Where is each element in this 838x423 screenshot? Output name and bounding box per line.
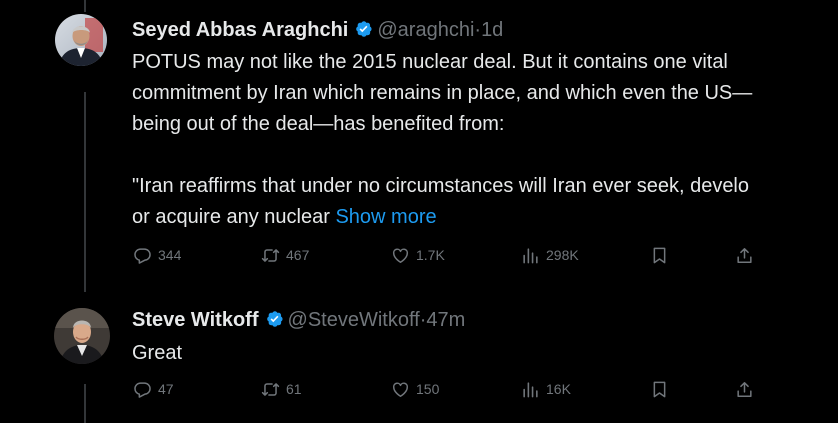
share-icon [737, 382, 752, 397]
like-button[interactable]: 150 [391, 380, 439, 399]
tweet-header: Seyed Abbas Araghchi @araghchi·1d [132, 18, 503, 42]
share-icon [737, 248, 752, 263]
tweet-text-line [132, 140, 832, 171]
views-count: 298K [546, 247, 579, 263]
avatar[interactable] [55, 14, 107, 66]
like-count: 150 [416, 381, 440, 397]
tweet-text-line: being out of the deal—has benefited from… [132, 113, 505, 135]
repost-count: 61 [286, 381, 302, 397]
like-button[interactable]: 1.7K [391, 246, 445, 265]
reply-button[interactable]: 344 [133, 246, 181, 265]
repost-button[interactable]: 467 [261, 246, 309, 265]
repost-count: 467 [286, 247, 310, 263]
like-count: 1.7K [416, 247, 445, 263]
tweet-text-line: "Iran reaffirms that under no circumstan… [132, 175, 750, 197]
tweet-text-fragment: or acquire any nuclear [132, 206, 330, 228]
action-bar: 47 61 150 16K [0, 380, 838, 404]
tweet-araghchi[interactable]: Seyed Abbas Araghchi @araghchi·1d POTUS … [0, 0, 838, 290]
bookmark-icon [653, 381, 666, 398]
reply-count: 47 [158, 381, 174, 397]
reply-button[interactable]: 47 [133, 380, 174, 399]
verified-badge-icon [356, 21, 372, 37]
heart-icon [393, 248, 408, 263]
reply-icon [134, 382, 151, 398]
author-name[interactable]: Seyed Abbas Araghchi [132, 19, 348, 41]
views-count: 16K [546, 381, 571, 397]
heart-icon [393, 382, 408, 397]
views-button[interactable]: 298K [521, 246, 579, 265]
avatar[interactable] [54, 308, 110, 364]
tweet-text-line: or acquire any nuclear Show more [132, 202, 832, 233]
repost-icon [261, 383, 280, 396]
share-button[interactable] [735, 246, 760, 265]
views-icon [523, 248, 538, 264]
author-name[interactable]: Steve Witkoff [132, 309, 259, 331]
tweet-text-line: POTUS may not like the 2015 nuclear deal… [132, 51, 728, 73]
reply-count: 344 [158, 247, 182, 263]
tweet-text-line: commitment by Iran which remains in plac… [132, 82, 753, 104]
bookmark-icon [653, 247, 666, 264]
views-icon [523, 382, 538, 398]
repost-icon [261, 249, 280, 262]
action-bar: 344 467 1.7K 298K [0, 246, 838, 270]
bookmark-button[interactable] [650, 246, 675, 265]
reply-icon [134, 248, 151, 264]
tweet-text-line: Great [132, 342, 183, 364]
timestamp[interactable]: 47m [426, 309, 465, 331]
repost-button[interactable]: 61 [261, 380, 302, 399]
views-button[interactable]: 16K [521, 380, 571, 399]
tweet-witkoff[interactable]: Steve Witkoff @SteveWitkoff·47m Great 47… [0, 290, 838, 423]
show-more-link[interactable]: Show more [335, 206, 436, 228]
verified-badge-icon [266, 311, 283, 327]
tweet-text: POTUS may not like the 2015 nuclear deal… [132, 47, 832, 233]
author-handle[interactable]: @SteveWitkoff [288, 309, 420, 331]
tweet-header: Steve Witkoff @SteveWitkoff·47m [132, 308, 465, 332]
author-handle[interactable]: @araghchi [377, 19, 474, 41]
timestamp[interactable]: 1d [481, 19, 503, 41]
bookmark-button[interactable] [650, 380, 675, 399]
share-button[interactable] [735, 380, 760, 399]
tweet-text: Great [132, 338, 832, 369]
